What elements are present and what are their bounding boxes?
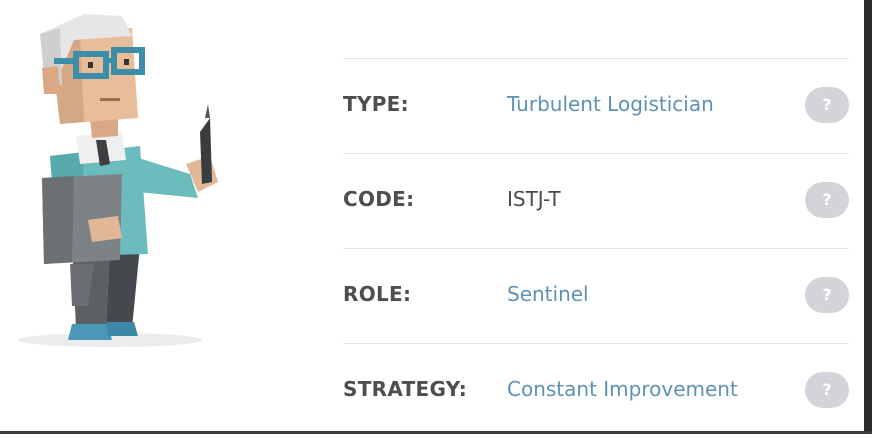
code-value: ISTJ-T: [507, 187, 561, 211]
question-mark-icon: ?: [822, 95, 832, 114]
code-label: CODE:: [343, 187, 415, 211]
strategy-help-button[interactable]: ?: [805, 372, 849, 408]
type-label: TYPE:: [343, 92, 409, 116]
role-value-link[interactable]: Sentinel: [507, 282, 589, 306]
role-help-button[interactable]: ?: [805, 277, 849, 313]
question-mark-icon: ?: [822, 190, 832, 209]
row-code: CODE: ISTJ-T ?: [343, 153, 849, 248]
strategy-value-link[interactable]: Constant Improvement: [507, 377, 738, 401]
question-mark-icon: ?: [822, 285, 832, 304]
row-type: TYPE: Turbulent Logistician ?: [343, 58, 849, 153]
right-border: [864, 0, 872, 434]
logistician-character-illustration: [14, 6, 220, 352]
role-label: ROLE:: [343, 282, 412, 306]
strategy-label: STRATEGY:: [343, 377, 468, 401]
row-role: ROLE: Sentinel ?: [343, 248, 849, 343]
profile-details-list: TYPE: Turbulent Logistician ? CODE: ISTJ…: [343, 58, 849, 438]
question-mark-icon: ?: [822, 380, 832, 399]
type-value-link[interactable]: Turbulent Logistician: [507, 92, 714, 116]
row-strategy: STRATEGY: Constant Improvement ?: [343, 343, 849, 438]
type-help-button[interactable]: ?: [805, 87, 849, 123]
code-help-button[interactable]: ?: [805, 182, 849, 218]
